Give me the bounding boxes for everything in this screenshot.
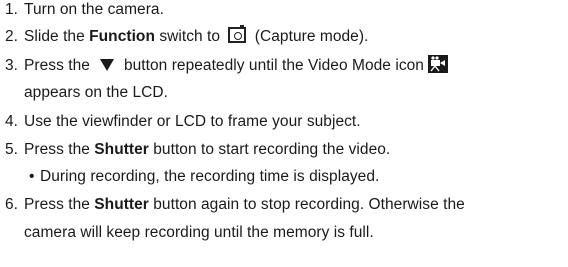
step-6-continued: camera will keep recording until the mem…: [24, 223, 374, 243]
step-3: 3. Press the button repeatedly until the V…: [0, 54, 448, 76]
step-text-mid: button repeatedly until the Video Mode i…: [123, 57, 424, 74]
step-6: 6. Press the Shutter button again to stop…: [0, 195, 465, 215]
step-number: 6.: [4, 196, 18, 213]
step-text: Use the viewfinder or LCD to frame your …: [24, 113, 361, 130]
step-1: 1. Turn on the camera.: [0, 0, 164, 20]
step-4: 4. Use the viewfinder or LCD to frame you…: [0, 112, 361, 132]
step-text-pre: Slide the: [24, 28, 90, 45]
step-number: 5.: [4, 141, 18, 158]
step-3-continued: appears on the LCD.: [24, 83, 168, 103]
video-mode-icon: [427, 54, 448, 73]
step-text-post: button to start recording the video.: [148, 141, 391, 158]
step-text-post: button again to stop recording. Otherwis…: [148, 196, 465, 213]
step-2: 2. Slide the Function switch to (Capture …: [0, 24, 369, 47]
shutter-button-label: Shutter: [94, 196, 149, 213]
step-5: 5. Press the Shutter button to start reco…: [0, 140, 390, 160]
bullet-text: During recording, the recording time is …: [40, 168, 380, 185]
step-text-pre: Press the: [24, 57, 90, 74]
step-number: 1.: [4, 1, 18, 18]
step-text: Turn on the camera.: [24, 1, 164, 18]
step-text-mid: switch to: [154, 28, 225, 45]
step-text-cont: camera will keep recording until the mem…: [24, 224, 374, 241]
down-triangle-icon: [99, 58, 114, 71]
step-number: 4.: [4, 113, 18, 130]
step-text-post: (Capture mode).: [250, 28, 369, 45]
step-number: 2.: [4, 28, 18, 45]
step-number: 3.: [4, 57, 18, 74]
function-switch-label: Function: [89, 28, 155, 45]
bullet-note: • During recording, the recording time is…: [29, 167, 379, 187]
camera-icon: [228, 24, 247, 43]
step-text-cont: appears on the LCD.: [24, 84, 168, 101]
step-text-pre: Press the: [24, 196, 95, 213]
shutter-button-label: Shutter: [94, 141, 149, 158]
step-text-pre: Press the: [24, 141, 95, 158]
bullet-symbol: •: [29, 168, 35, 185]
